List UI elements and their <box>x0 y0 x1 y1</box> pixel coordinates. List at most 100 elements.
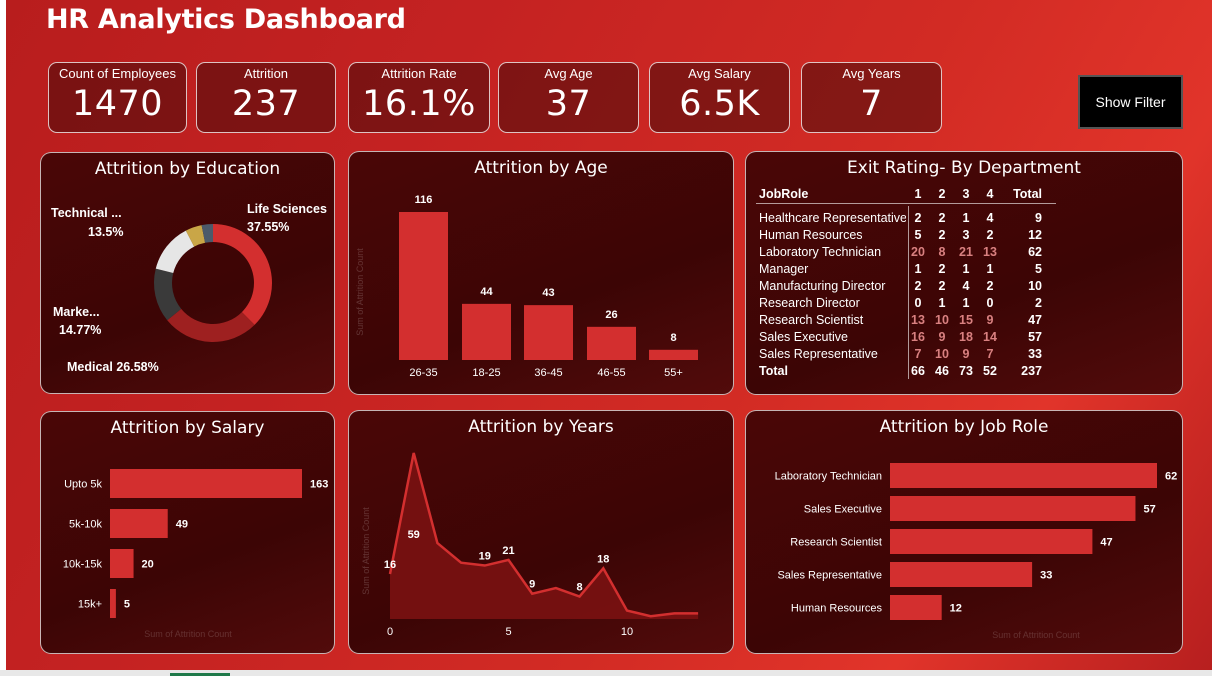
point-value-label: 59 <box>408 529 420 541</box>
chart-title: Exit Rating- By Department <box>847 158 1081 178</box>
kpi-label: Avg Age <box>544 66 593 81</box>
rating-cell: 13 <box>911 312 925 327</box>
rating-cell: 18 <box>959 329 973 344</box>
rating-cell: 46 <box>935 363 949 378</box>
rating-cell: 1 <box>962 210 970 225</box>
bar-value-label: 49 <box>176 519 188 531</box>
kpi-label: Count of Employees <box>58 66 177 81</box>
kpi-card-attrition-rate[interactable]: Attrition Rate 16.1% <box>348 62 490 133</box>
total-cell: 33 <box>1028 346 1042 361</box>
rating-cell: 9 <box>938 329 946 344</box>
column-header[interactable]: 4 <box>978 187 1002 201</box>
slice-percent: 14.77% <box>59 323 101 337</box>
bar-value-label: 8 <box>670 332 676 344</box>
y-tick-label: Laboratory Technician <box>775 471 882 483</box>
rating-cell: 14 <box>983 329 997 344</box>
exit-rating-table: JobRole 1 2 3 4 Total Healthcare Represe… <box>756 184 1056 379</box>
table-row[interactable]: Manufacturing Director 2 2 4 2 10 <box>756 277 1056 294</box>
kpi-card-avg-age[interactable]: Avg Age 37 <box>498 62 639 133</box>
x-tick-label: 36-45 <box>534 367 562 379</box>
y-axis-label: Sum of Attrition Count <box>355 248 365 336</box>
total-cell: 2 <box>1035 295 1042 310</box>
table-row[interactable]: Research Director 0 1 1 0 2 <box>756 294 1056 311</box>
kpi-value: 7 <box>860 84 883 124</box>
kpi-card-avg-years[interactable]: Avg Years 7 <box>801 62 942 133</box>
role-cell: Total <box>759 363 788 378</box>
kpi-value: 37 <box>545 84 592 124</box>
rating-cell: 3 <box>962 227 970 242</box>
column-header[interactable]: JobRole <box>756 187 906 201</box>
hbar <box>110 589 116 618</box>
slice-label: Medical 26.58% <box>67 360 159 374</box>
table-row[interactable]: Laboratory Technician 20 8 21 13 62 <box>756 243 1056 260</box>
role-cell: Manager <box>759 261 809 276</box>
rating-cell: 9 <box>962 346 970 361</box>
bar-value-label: 44 <box>480 286 493 298</box>
age-bar <box>462 303 511 360</box>
x-tick-label: 0 <box>387 626 393 638</box>
rating-cell: 2 <box>914 278 922 293</box>
rating-cell: 2 <box>938 210 946 225</box>
x-tick-label: 5 <box>505 626 511 638</box>
kpi-card-attrition[interactable]: Attrition 237 <box>196 62 336 133</box>
table-row[interactable]: Manager 1 2 1 1 5 <box>756 260 1056 277</box>
education-chart-panel[interactable]: Attrition by Education Life Sciences 37.5… <box>40 152 335 394</box>
slice-label: Life Sciences <box>247 202 327 216</box>
rating-cell: 1 <box>986 261 994 276</box>
hbar <box>890 463 1157 488</box>
column-header[interactable]: 3 <box>954 187 978 201</box>
rating-cell: 7 <box>986 346 994 361</box>
x-tick-label: 55+ <box>664 367 683 379</box>
total-cell: 5 <box>1035 261 1042 276</box>
point-value-label: 8 <box>577 581 583 593</box>
show-filter-button[interactable]: Show Filter <box>1078 75 1183 129</box>
total-cell: 12 <box>1028 227 1042 242</box>
exit-rating-table-panel[interactable]: Exit Rating- By Department JobRole 1 2 3… <box>745 151 1183 395</box>
point-value-label: 18 <box>597 553 609 565</box>
job-role-chart-panel[interactable]: Attrition by Job Role Laboratory Technic… <box>745 410 1183 654</box>
rating-cell: 2 <box>938 261 946 276</box>
rating-cell: 7 <box>914 346 922 361</box>
role-cell: Research Scientist <box>759 312 864 327</box>
column-header[interactable]: Total <box>1002 187 1042 201</box>
age-bar-chart: Sum of Attrition Count 116 26-35 44 18-25 43 3… <box>355 194 698 379</box>
table-column-divider <box>908 206 909 379</box>
kpi-value: 16.1% <box>362 84 476 124</box>
table-row[interactable]: Sales Executive 16 9 18 14 57 <box>756 328 1056 345</box>
kpi-card-employees[interactable]: Count of Employees 1470 <box>48 62 187 133</box>
bottom-scroll-bar <box>0 670 1212 676</box>
role-cell: Laboratory Technician <box>759 244 882 259</box>
age-bar <box>524 305 573 360</box>
rating-cell: 1 <box>962 261 970 276</box>
point-value-label: 21 <box>502 545 514 557</box>
table-row[interactable]: Human Resources 5 2 3 2 12 <box>756 226 1056 243</box>
rating-cell: 1 <box>914 261 922 276</box>
rating-cell: 20 <box>911 244 925 259</box>
bar-value-label: 57 <box>1143 504 1155 516</box>
years-chart-panel[interactable]: Attrition by Years Sum of Attrition Coun… <box>348 410 734 654</box>
table-total-row[interactable]: Total 66 46 73 52 237 <box>756 362 1056 379</box>
kpi-card-avg-salary[interactable]: Avg Salary 6.5K <box>649 62 790 133</box>
rating-cell: 2 <box>914 210 922 225</box>
role-cell: Healthcare Representative <box>759 210 906 225</box>
rating-cell: 4 <box>986 210 994 225</box>
salary-chart-panel[interactable]: Attrition by Salary Upto 5k 163 5k-10k 49 10… <box>40 411 335 654</box>
total-cell: 10 <box>1028 278 1042 293</box>
table-row[interactable]: Research Scientist 13 10 15 9 47 <box>756 311 1056 328</box>
rating-cell: 73 <box>959 363 973 378</box>
age-chart-panel[interactable]: Attrition by Age Sum of Attrition Count 1… <box>348 151 734 395</box>
column-header[interactable]: 1 <box>906 187 930 201</box>
kpi-label: Attrition Rate <box>381 66 457 81</box>
kpi-value: 237 <box>231 84 301 124</box>
rating-cell: 52 <box>983 363 997 378</box>
total-cell: 9 <box>1035 210 1042 225</box>
total-cell: 237 <box>1021 363 1042 378</box>
total-cell: 62 <box>1028 244 1042 259</box>
kpi-label: Attrition <box>243 66 289 81</box>
donut-slice <box>155 230 195 274</box>
column-header[interactable]: 2 <box>930 187 954 201</box>
table-row[interactable]: Healthcare Representative 2 2 1 4 9 <box>756 209 1056 226</box>
table-row[interactable]: Sales Representative 7 10 9 7 33 <box>756 345 1056 362</box>
total-cell: 47 <box>1028 312 1042 327</box>
hbar <box>890 562 1033 587</box>
